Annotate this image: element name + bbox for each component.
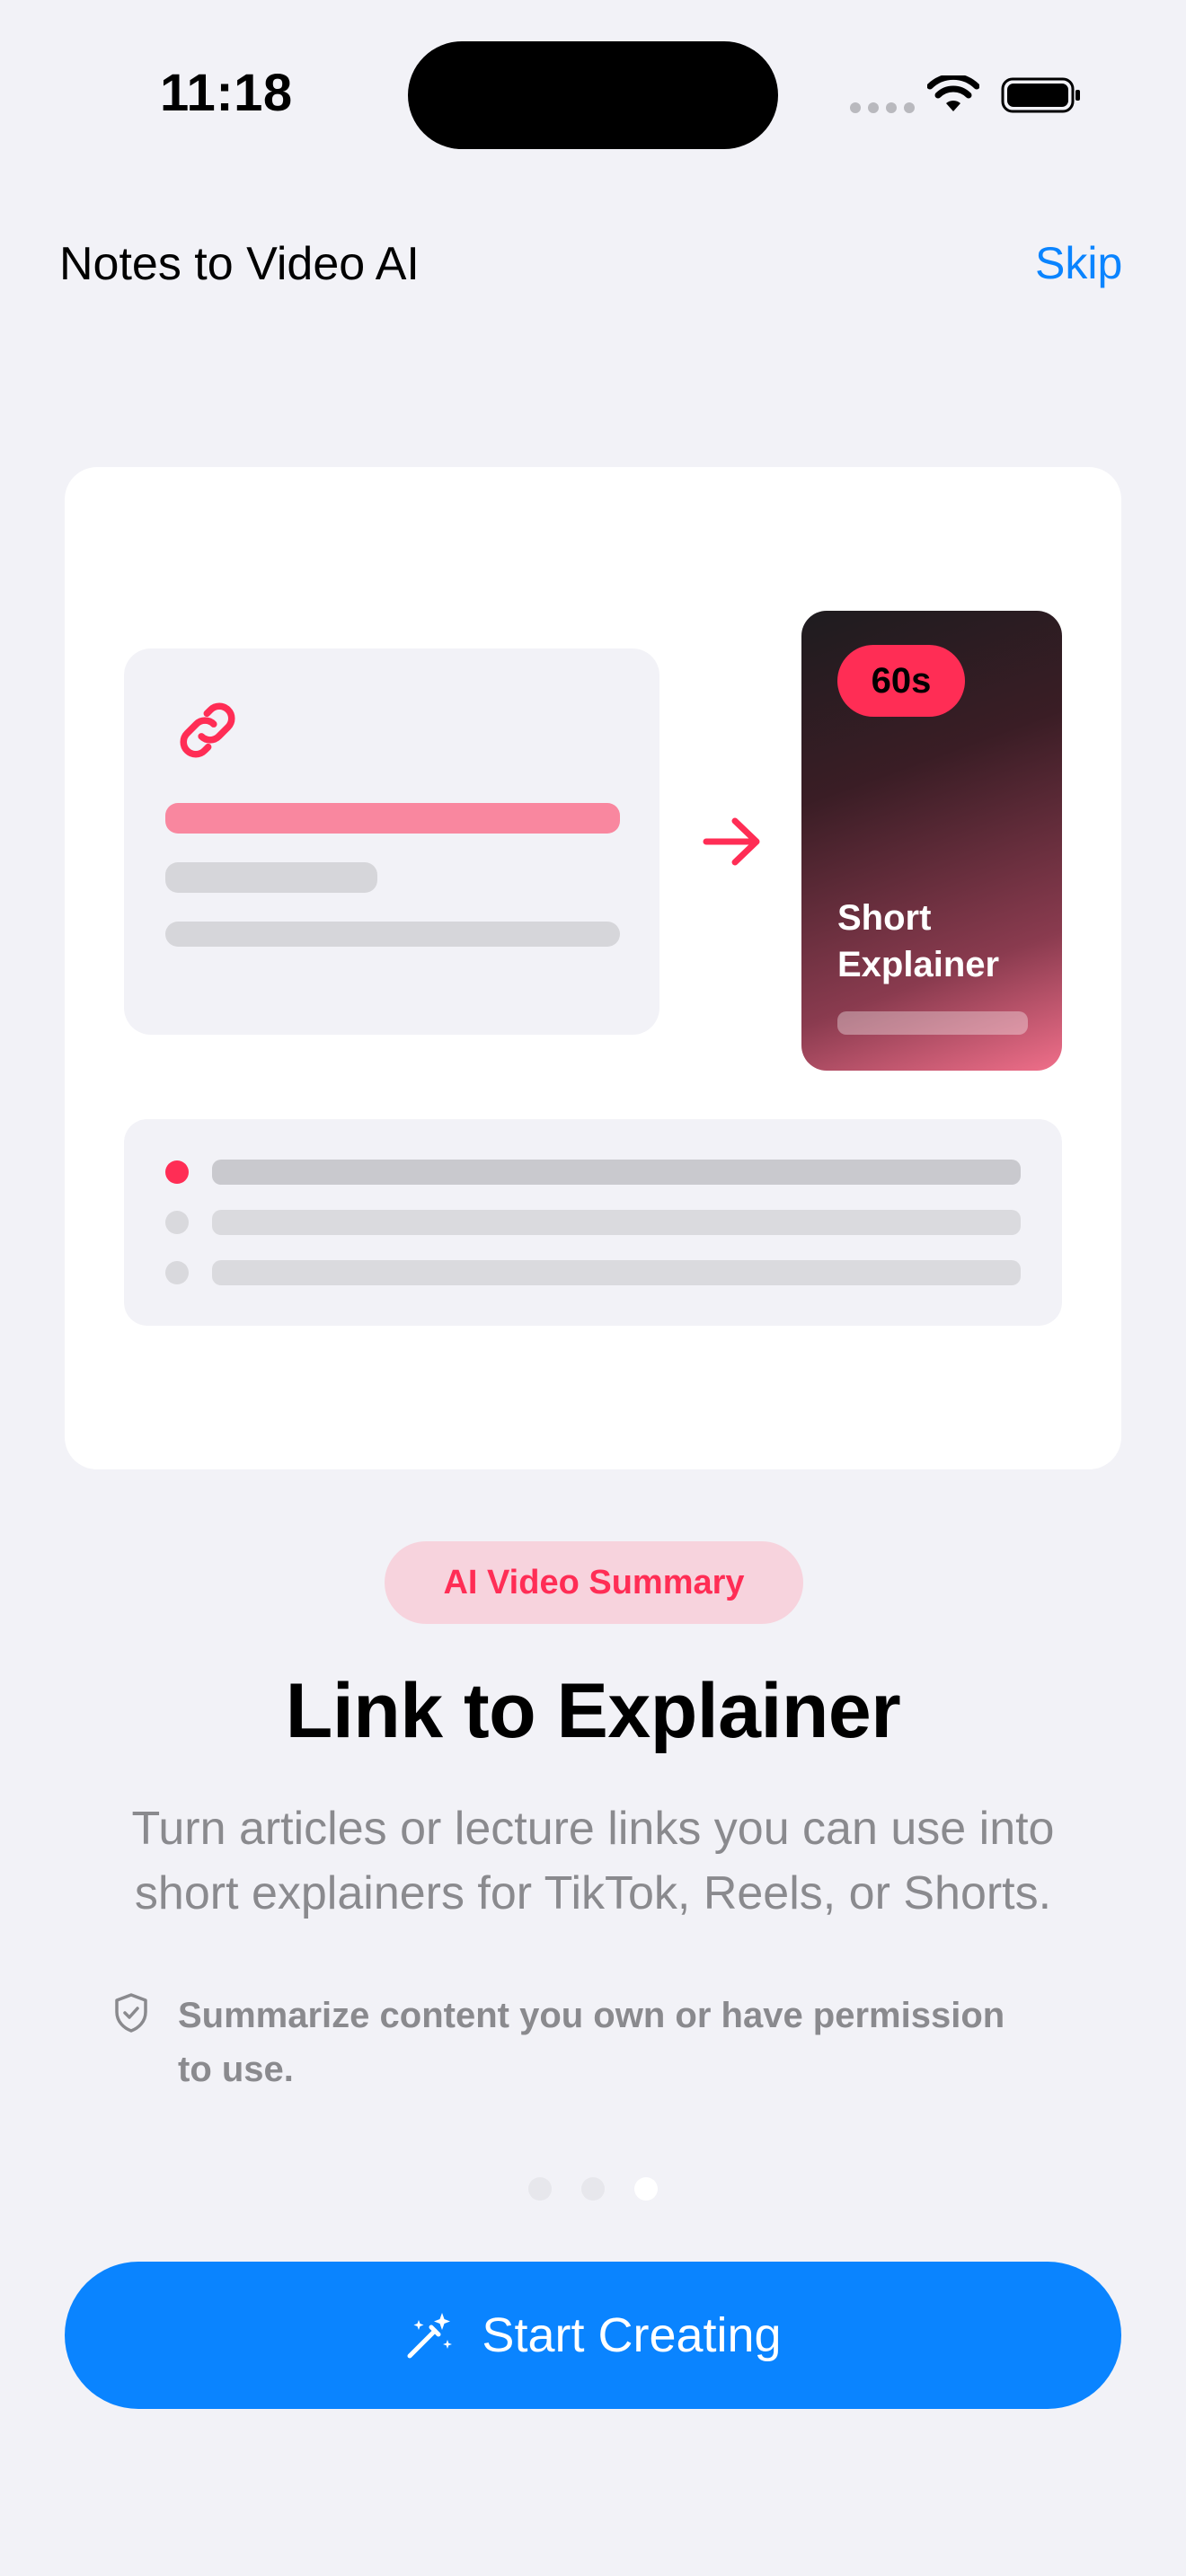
page-indicator-dot-2[interactable] [581, 2177, 605, 2201]
page-title: Link to Explainer [285, 1668, 901, 1754]
page-indicator-dot-3-active[interactable] [634, 2177, 658, 2201]
feature-tag: AI Video Summary [385, 1541, 803, 1624]
disclaimer-line: to use. [178, 2050, 294, 2089]
subtitle-line: Turn articles or lecture links you can u… [131, 1803, 1055, 1855]
cellular-signal-icon [850, 102, 915, 113]
video-progress-bar [837, 1011, 1028, 1035]
dynamic-island [408, 41, 778, 149]
page-subtitle: Turn articles or lecture links you can u… [72, 1796, 1114, 1926]
video-title-line: Short [837, 898, 932, 938]
duration-badge: 60s [837, 645, 965, 717]
note-line-highlight [165, 803, 620, 834]
bullet-line [212, 1160, 1021, 1185]
shield-check-icon [115, 1993, 147, 2033]
page-indicator-dot-1[interactable] [528, 2177, 552, 2201]
link-icon [180, 702, 235, 758]
bullet-dot [165, 1211, 189, 1234]
status-time: 11:18 [160, 64, 293, 122]
video-title: Short Explainer [837, 895, 999, 988]
start-creating-button[interactable]: Start Creating [65, 2262, 1121, 2409]
bullet-dot-active [165, 1160, 189, 1184]
arrow-right-icon [703, 817, 760, 866]
wifi-icon [927, 75, 979, 111]
start-creating-label: Start Creating [482, 2308, 782, 2362]
note-line [165, 862, 377, 893]
permission-disclaimer: Summarize content you own or have permis… [178, 1989, 1094, 2096]
magic-wand-icon [407, 2313, 453, 2359]
bullet-line [212, 1260, 1021, 1285]
note-line [165, 922, 620, 947]
subtitle-line: short explainers for TikTok, Reels, or S… [134, 1867, 1052, 1919]
bullet-line [212, 1210, 1021, 1235]
disclaimer-line: Summarize content you own or have permis… [178, 1996, 1005, 2035]
battery-icon [1001, 77, 1080, 113]
video-title-line: Explainer [837, 945, 1000, 984]
app-title: Notes to Video AI [59, 238, 420, 290]
skip-button[interactable]: Skip [1035, 237, 1122, 289]
bullet-dot [165, 1261, 189, 1284]
